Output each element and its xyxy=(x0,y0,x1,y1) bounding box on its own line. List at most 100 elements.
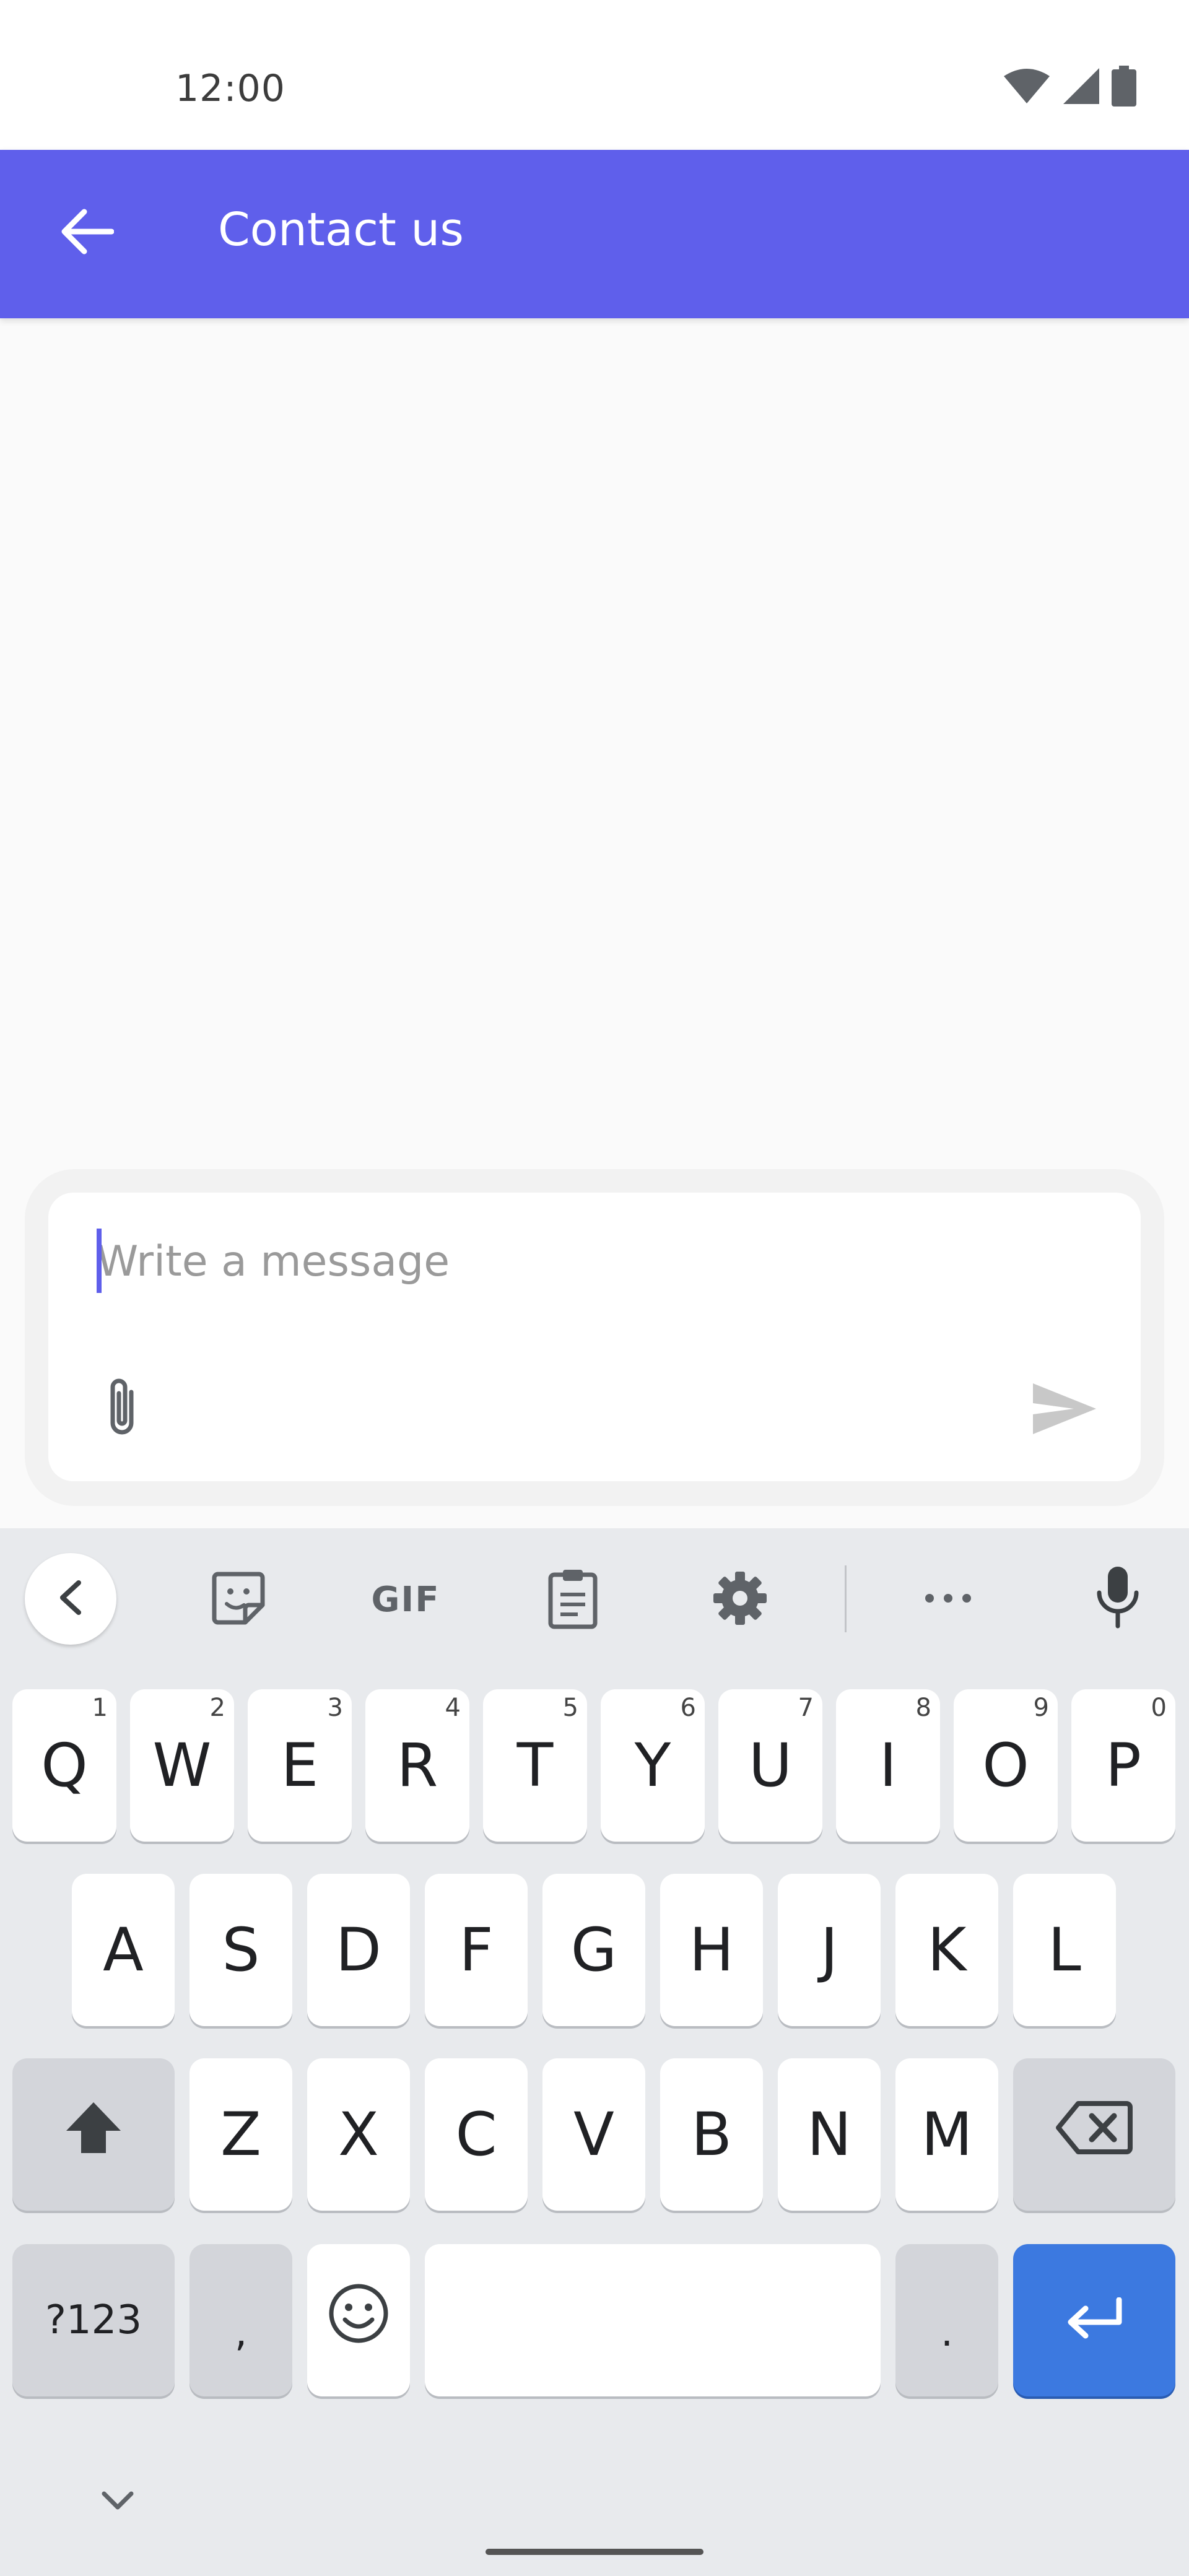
gif-button[interactable]: GIF xyxy=(359,1565,452,1634)
key-q[interactable]: 1 Q xyxy=(12,1689,116,1842)
key-d[interactable]: D xyxy=(307,1874,410,2026)
key-label: F xyxy=(459,1915,494,1985)
wifi-icon xyxy=(1003,67,1051,108)
key-hint: 5 xyxy=(562,1694,578,1722)
key-x[interactable]: X xyxy=(307,2058,410,2211)
key-label: P xyxy=(1105,1731,1141,1800)
key-o[interactable]: 9 O xyxy=(954,1689,1058,1842)
key-label: V xyxy=(573,2100,614,2169)
arrow-left-icon xyxy=(59,208,115,258)
key-i[interactable]: 8 I xyxy=(836,1689,940,1842)
chevron-left-icon xyxy=(55,1579,86,1619)
key-u[interactable]: 7 U xyxy=(718,1689,822,1842)
key-f[interactable]: F xyxy=(425,1874,528,2026)
key-label: G xyxy=(570,1915,617,1985)
key-label: N xyxy=(807,2100,851,2169)
key-hint: 0 xyxy=(1151,1694,1167,1722)
clipboard-button[interactable] xyxy=(539,1565,607,1634)
page-title: Contact us xyxy=(218,203,464,256)
key-w[interactable]: 2 W xyxy=(130,1689,234,1842)
message-list xyxy=(0,318,1189,1167)
app-bar xyxy=(0,150,1189,318)
keyboard-collapse-button[interactable] xyxy=(25,1553,116,1645)
sticker-button[interactable] xyxy=(204,1565,272,1634)
message-input[interactable] xyxy=(87,1221,1026,1302)
key-t[interactable]: 5 T xyxy=(483,1689,587,1842)
enter-key[interactable] xyxy=(1013,2244,1175,2396)
space-key[interactable] xyxy=(425,2244,881,2396)
key-v[interactable]: V xyxy=(542,2058,645,2211)
gesture-nav-handle[interactable] xyxy=(486,2549,703,2555)
key-b[interactable]: B xyxy=(660,2058,763,2211)
key-y[interactable]: 6 Y xyxy=(601,1689,705,1842)
key-l[interactable]: L xyxy=(1013,1874,1116,2026)
key-z[interactable]: Z xyxy=(189,2058,292,2211)
key-label: J xyxy=(820,1915,838,1985)
backspace-icon xyxy=(1056,2100,1133,2170)
key-hint: 7 xyxy=(798,1694,814,1722)
key-label: U xyxy=(748,1731,793,1800)
toolbar-divider xyxy=(845,1565,847,1632)
sticker-icon xyxy=(211,1570,266,1629)
key-h[interactable]: H xyxy=(660,1874,763,2026)
send-icon xyxy=(1030,1381,1099,1440)
key-label: W xyxy=(152,1731,212,1800)
key-label: C xyxy=(455,2100,497,2169)
key-r[interactable]: 4 R xyxy=(365,1689,469,1842)
key-a[interactable]: A xyxy=(72,1874,175,2026)
key-hint: 9 xyxy=(1033,1694,1049,1722)
key-label: E xyxy=(281,1731,319,1800)
signal-icon xyxy=(1062,67,1100,108)
emoji-icon xyxy=(328,2282,390,2359)
key-label: ?123 xyxy=(45,2297,142,2343)
status-time: 12:00 xyxy=(175,67,285,110)
key-label: H xyxy=(689,1915,734,1985)
back-button[interactable] xyxy=(50,196,124,270)
comma-key[interactable]: , xyxy=(189,2244,292,2396)
key-label: Y xyxy=(634,1731,671,1800)
key-label: Z xyxy=(220,2100,261,2169)
key-label: I xyxy=(879,1731,897,1800)
clipboard-icon xyxy=(547,1567,599,1632)
key-label: X xyxy=(338,2100,379,2169)
paperclip-icon xyxy=(100,1373,144,1445)
key-hint: 2 xyxy=(209,1694,225,1722)
key-label: D xyxy=(336,1915,381,1985)
key-p[interactable]: 0 P xyxy=(1071,1689,1175,1842)
key-c[interactable]: C xyxy=(425,2058,528,2211)
period-key[interactable]: . xyxy=(895,2244,998,2396)
key-hint: 6 xyxy=(680,1694,696,1722)
key-label: S xyxy=(222,1915,260,1985)
key-g[interactable]: G xyxy=(542,1874,645,2026)
key-label: M xyxy=(921,2100,973,2169)
key-hint: 8 xyxy=(915,1694,931,1722)
keyboard-settings-button[interactable] xyxy=(706,1565,774,1634)
key-j[interactable]: J xyxy=(778,1874,881,2026)
key-s[interactable]: S xyxy=(189,1874,292,2026)
key-m[interactable]: M xyxy=(895,2058,998,2211)
status-icons xyxy=(1003,65,1136,109)
key-label: O xyxy=(982,1731,1029,1800)
emoji-key[interactable] xyxy=(307,2244,410,2396)
hide-keyboard-button[interactable] xyxy=(93,2483,142,2520)
symbols-key[interactable]: ?123 xyxy=(12,2244,175,2396)
key-label: , xyxy=(234,2310,248,2356)
key-label: A xyxy=(103,1915,144,1985)
shift-key[interactable] xyxy=(12,2058,175,2211)
attach-button[interactable] xyxy=(88,1368,156,1449)
chevron-down-icon xyxy=(100,2490,135,2514)
gear-icon xyxy=(712,1570,768,1629)
text-cursor xyxy=(97,1229,102,1293)
key-hint: 1 xyxy=(92,1694,108,1722)
key-label: . xyxy=(940,2310,954,2356)
status-bar: 12:00 xyxy=(0,0,1189,150)
key-k[interactable]: K xyxy=(895,1874,998,2026)
voice-input-button[interactable] xyxy=(1084,1560,1152,1635)
microphone-icon xyxy=(1094,1564,1141,1632)
backspace-key[interactable] xyxy=(1013,2058,1175,2211)
key-n[interactable]: N xyxy=(778,2058,881,2211)
key-e[interactable]: 3 E xyxy=(248,1689,352,1842)
more-button[interactable] xyxy=(914,1565,982,1634)
key-label: K xyxy=(927,1915,967,1985)
send-button[interactable] xyxy=(1024,1376,1105,1444)
